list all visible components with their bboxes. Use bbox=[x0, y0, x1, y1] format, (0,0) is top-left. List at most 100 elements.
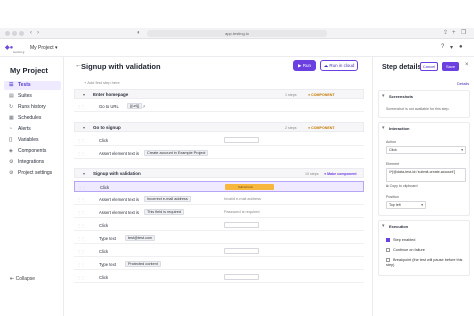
step-row-selected[interactable]: ⋮⋮ Click Submit form bbox=[74, 181, 364, 192]
drag-handle-icon[interactable]: ⋮⋮ bbox=[77, 197, 85, 202]
continue-on-failure-checkbox[interactable]: Continue on failure bbox=[386, 248, 425, 252]
minimize-window-icon[interactable] bbox=[12, 31, 17, 36]
group-step-count: 1 steps bbox=[285, 93, 297, 97]
tabs-icon[interactable]: ❐ bbox=[461, 29, 466, 37]
step-value[interactable]: test@test.com bbox=[125, 235, 156, 241]
sidebar-item-variables[interactable]: {} Variables bbox=[4, 136, 61, 145]
step-row[interactable]: ⋮⋮ Assert element text is This field is … bbox=[74, 207, 364, 218]
element-selector[interactable] bbox=[224, 248, 259, 254]
action-label: Action bbox=[386, 140, 396, 144]
drag-handle-icon[interactable]: ⋮⋮ bbox=[77, 223, 85, 228]
step-value[interactable]: This field is required bbox=[144, 209, 184, 215]
step-group[interactable]: ▾ Go to signup 2 steps ● COMPONENT bbox=[74, 122, 364, 132]
chevron-down-icon[interactable]: ▾ bbox=[83, 92, 85, 97]
back-icon[interactable]: ‹ bbox=[30, 29, 32, 37]
browser-toolbar: ‹ › ◐ app.testing.io ⇪ + ❐ bbox=[0, 28, 474, 39]
step-group[interactable]: ▾ Signup with validation 10 steps ● Make… bbox=[74, 168, 364, 178]
group-label: Enter homepage bbox=[93, 92, 129, 97]
user-avatar-icon[interactable]: ● bbox=[459, 44, 463, 50]
drag-handle-icon[interactable]: ⋮⋮ bbox=[77, 236, 85, 241]
share-icon[interactable]: ⇪ bbox=[443, 29, 448, 37]
sidebar-item-integrations[interactable]: ⚙ Integrations bbox=[4, 158, 61, 167]
screenshots-section: Screenshots ▾ Screenshot is not availabl… bbox=[378, 90, 470, 118]
project-switcher[interactable]: My Project ▾ bbox=[30, 45, 58, 51]
drag-handle-icon[interactable]: ⋮⋮ bbox=[77, 104, 85, 109]
sidebar-item-components[interactable]: ◈ Components bbox=[4, 147, 61, 156]
drag-handle-icon[interactable]: ⋮⋮ bbox=[77, 138, 85, 143]
drag-handle-icon[interactable]: ⋮⋮ bbox=[77, 275, 85, 280]
step-enabled-checkbox[interactable]: Step enabled bbox=[386, 238, 415, 242]
step-action: Click bbox=[99, 138, 109, 143]
chevron-down-icon[interactable]: ▾ bbox=[382, 223, 385, 229]
step-value[interactable]: Create account in Example Project bbox=[144, 150, 209, 156]
interaction-section: Interaction ▾ Action Click ▾ Element //*[… bbox=[378, 122, 470, 216]
step-row[interactable]: ⋮⋮ Click bbox=[74, 246, 364, 257]
sidebar-item-tests[interactable]: ☰ Tests bbox=[4, 81, 61, 90]
collapse-label: Collapse bbox=[15, 276, 36, 282]
bell-icon: ◔ bbox=[9, 126, 13, 132]
element-selector[interactable] bbox=[224, 274, 259, 280]
step-row[interactable]: ⋮⋮ Type text Protected content bbox=[74, 259, 364, 270]
tests-icon: ☰ bbox=[9, 82, 14, 88]
step-row[interactable]: ⋮⋮ Click bbox=[74, 272, 364, 283]
forward-icon[interactable]: › bbox=[37, 29, 39, 37]
sidebar-item-suites[interactable]: ▤ Suites bbox=[4, 92, 61, 101]
step-value[interactable]: Incorrect e-mail address bbox=[144, 196, 191, 202]
sidebar-item-label: Project settings bbox=[18, 170, 53, 176]
element-selector[interactable] bbox=[224, 137, 259, 143]
make-component-button[interactable]: ● Make component bbox=[324, 172, 357, 176]
details-tab[interactable]: Details bbox=[457, 81, 469, 86]
section-heading[interactable]: Interaction bbox=[389, 126, 409, 131]
element-field[interactable]: //*[@data-test-id='submit-create-account… bbox=[386, 168, 466, 182]
breakpoint-checkbox[interactable]: Breakpoint (the test will pause before t… bbox=[386, 258, 466, 268]
drag-handle-icon[interactable]: ⋮⋮ bbox=[78, 185, 86, 190]
maximize-window-icon[interactable] bbox=[19, 31, 24, 36]
address-bar[interactable]: app.testing.io bbox=[147, 30, 327, 37]
drag-handle-icon[interactable]: ⋮⋮ bbox=[77, 151, 85, 156]
position-select[interactable]: Top left ▾ bbox=[386, 201, 426, 209]
section-heading[interactable]: Execution bbox=[389, 224, 408, 229]
sidebar-item-project-settings[interactable]: ⚙ Project settings bbox=[4, 169, 61, 178]
drag-handle-icon[interactable]: ⋮⋮ bbox=[77, 262, 85, 267]
component-badge[interactable]: ● COMPONENT bbox=[308, 126, 335, 130]
element-selector[interactable] bbox=[224, 222, 259, 228]
step-value[interactable]: {{url}} bbox=[127, 103, 143, 109]
component-badge[interactable]: ● COMPONENT bbox=[308, 93, 335, 97]
cancel-button[interactable]: Cancel bbox=[420, 62, 438, 71]
step-row[interactable]: ⋮⋮ Assert element text is Incorrect e-ma… bbox=[74, 194, 364, 205]
sidebar-item-alerts[interactable]: ◔ Alerts bbox=[4, 125, 61, 134]
sidebar-item-schedules[interactable]: ▦ Schedules bbox=[4, 114, 61, 123]
element-selector[interactable]: Submit form bbox=[225, 184, 274, 190]
chevron-down-icon[interactable]: ▾ bbox=[382, 125, 385, 131]
group-step-count: 2 steps bbox=[285, 126, 297, 130]
step-value[interactable]: Protected content bbox=[125, 261, 161, 267]
add-step-button[interactable]: + Add first step here bbox=[84, 80, 120, 85]
step-row[interactable]: ⋮⋮ Click bbox=[74, 135, 364, 146]
sidebar-item-runs-history[interactable]: ↻ Runs history bbox=[4, 103, 61, 112]
chevron-down-icon[interactable]: ▾ bbox=[83, 125, 85, 130]
step-group[interactable]: ▾ Enter homepage 1 steps ● COMPONENT bbox=[74, 89, 364, 99]
drag-handle-icon[interactable]: ⋮⋮ bbox=[77, 249, 85, 254]
chevron-down-icon[interactable]: ▾ bbox=[382, 93, 385, 99]
section-heading[interactable]: Screenshots bbox=[389, 94, 413, 99]
close-icon[interactable]: × bbox=[465, 62, 469, 68]
step-row[interactable]: ⋮⋮ Go to URL {{url}} ↗ bbox=[74, 101, 364, 112]
close-window-icon[interactable] bbox=[5, 31, 10, 36]
chevron-down-icon[interactable]: ▾ bbox=[83, 171, 85, 176]
run-button[interactable]: ▶ Run bbox=[293, 60, 316, 71]
step-row[interactable]: ⋮⋮ Click bbox=[74, 220, 364, 231]
step-row[interactable]: ⋮⋮ Type text test@test.com bbox=[74, 233, 364, 244]
collapse-sidebar-button[interactable]: ⇤ Collapse bbox=[10, 276, 35, 282]
new-tab-icon[interactable]: + bbox=[452, 29, 456, 37]
privacy-icon[interactable]: ◐ bbox=[137, 29, 141, 37]
drag-handle-icon[interactable]: ⋮⋮ bbox=[77, 210, 85, 215]
action-select[interactable]: Click ▾ bbox=[386, 146, 466, 154]
external-link-icon[interactable]: ↗ bbox=[142, 104, 145, 109]
save-button[interactable]: Save bbox=[442, 62, 459, 71]
step-row[interactable]: ⋮⋮ Assert element text is Create account… bbox=[74, 148, 364, 159]
chevron-down-icon[interactable]: ▾ bbox=[450, 44, 453, 51]
run-in-cloud-button[interactable]: ☁ Run in cloud bbox=[320, 60, 358, 71]
copy-to-clipboard-button[interactable]: ⧉ Copy to clipboard bbox=[386, 184, 418, 188]
integrations-icon: ⚙ bbox=[9, 159, 14, 165]
help-icon[interactable]: ? bbox=[441, 44, 444, 50]
